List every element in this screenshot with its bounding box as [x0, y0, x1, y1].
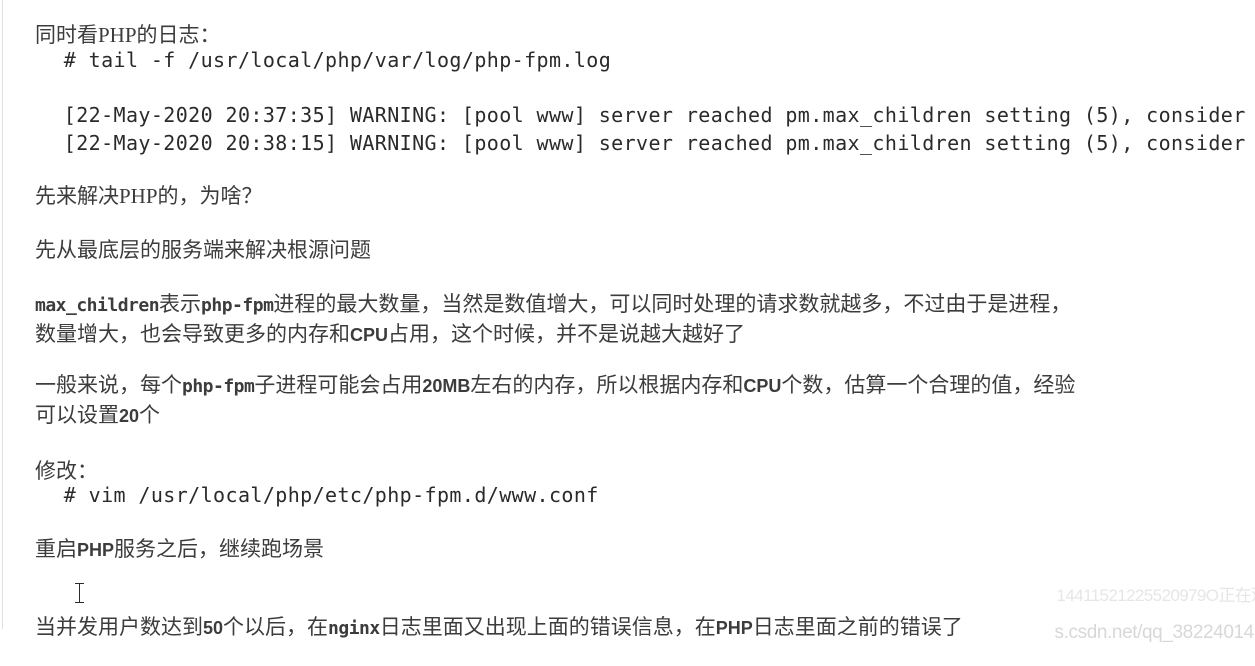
paragraph-concurrency-50-part-a: 当并发用户数达到	[35, 615, 203, 639]
paragraph-estimate-line-1-part-e: 左右的内存，所以根据内存和	[470, 373, 743, 397]
paragraph-maxchildren-line-2-part-a: 数量增大，也会导致更多的内存和	[35, 322, 350, 346]
watermark-top-text: 14411521225520979O正在观	[1057, 586, 1255, 605]
paragraph-estimate-line-1-part-g: 个数，估算一个合理的值，经验	[781, 373, 1075, 397]
token-50: 50	[203, 618, 223, 638]
watermark-bottom: s.csdn.net/qq_38224014	[1035, 600, 1254, 666]
paragraph-concurrency-50: 当并发用户数达到50个以后，在nginx日志里面又出现上面的错误信息，在PHP日…	[14, 596, 963, 659]
paragraph-estimate-line-1: 一般来说，每个php-fpm子进程可能会占用20MB左右的内存，所以根据内存和C…	[14, 354, 1075, 417]
watermark-bottom-text: s.csdn.net/qq_38224014	[1055, 622, 1254, 643]
paragraph-estimate-line-2: 可以设置20个	[14, 384, 160, 447]
paragraph-concurrency-50-part-c: 个以后，在	[223, 615, 328, 639]
paragraph-concurrency-50-part-e: 日志里面又出现上面的错误信息，在	[380, 615, 716, 639]
token-20: 20	[119, 406, 139, 426]
document-body: 同时看PHP的日志： # tail -f /usr/local/php/var/…	[0, 0, 1255, 629]
paragraph-restart-php-part-a: 重启	[35, 537, 77, 561]
paragraph-root-cause-text: 先从最底层的服务端来解决根源问题	[35, 238, 371, 262]
token-cpu: CPU	[350, 325, 388, 345]
token-cpu-2: CPU	[743, 376, 781, 396]
paragraph-concurrency-50-part-g: 日志里面之前的错误了	[753, 615, 963, 639]
log-line-warning-2: [22-May-2020 20:38:15] WARNING: [pool ww…	[14, 113, 1246, 173]
paragraph-solve-php-text: 先来解决PHP的，为啥？	[35, 184, 263, 208]
watermark-top: 14411521225520979O正在观	[1040, 561, 1255, 626]
paragraph-estimate-line-1-part-c: 子进程可能会占用	[254, 373, 422, 397]
command-vim-conf: # vim /usr/local/php/etc/php-fpm.d/www.c…	[14, 465, 599, 525]
command-tail-log-text: # tail -f /usr/local/php/var/log/php-fpm…	[64, 48, 611, 72]
paragraph-restart-php-part-c: 服务之后，继续跑场景	[114, 537, 324, 561]
command-tail-log: # tail -f /usr/local/php/var/log/php-fpm…	[14, 30, 611, 90]
token-php-2: PHP	[716, 618, 753, 638]
token-php-fpm-2: php-fpm	[182, 376, 254, 397]
paragraph-estimate-line-2-part-a: 可以设置	[35, 403, 119, 427]
command-vim-conf-text: # vim /usr/local/php/etc/php-fpm.d/www.c…	[64, 483, 599, 507]
paragraph-restart-php: 重启PHP服务之后，继续跑场景	[14, 518, 324, 581]
token-20mb: 20MB	[422, 376, 470, 396]
paragraph-maxchildren-line-2-part-c: 占用，这个时候，并不是说越大越好了	[388, 322, 745, 346]
ibeam-cap-top	[75, 583, 84, 584]
log-line-warning-2-text: [22-May-2020 20:38:15] WARNING: [pool ww…	[64, 131, 1246, 155]
paragraph-estimate-line-2-part-c: 个	[139, 403, 160, 427]
token-php: PHP	[77, 540, 114, 560]
